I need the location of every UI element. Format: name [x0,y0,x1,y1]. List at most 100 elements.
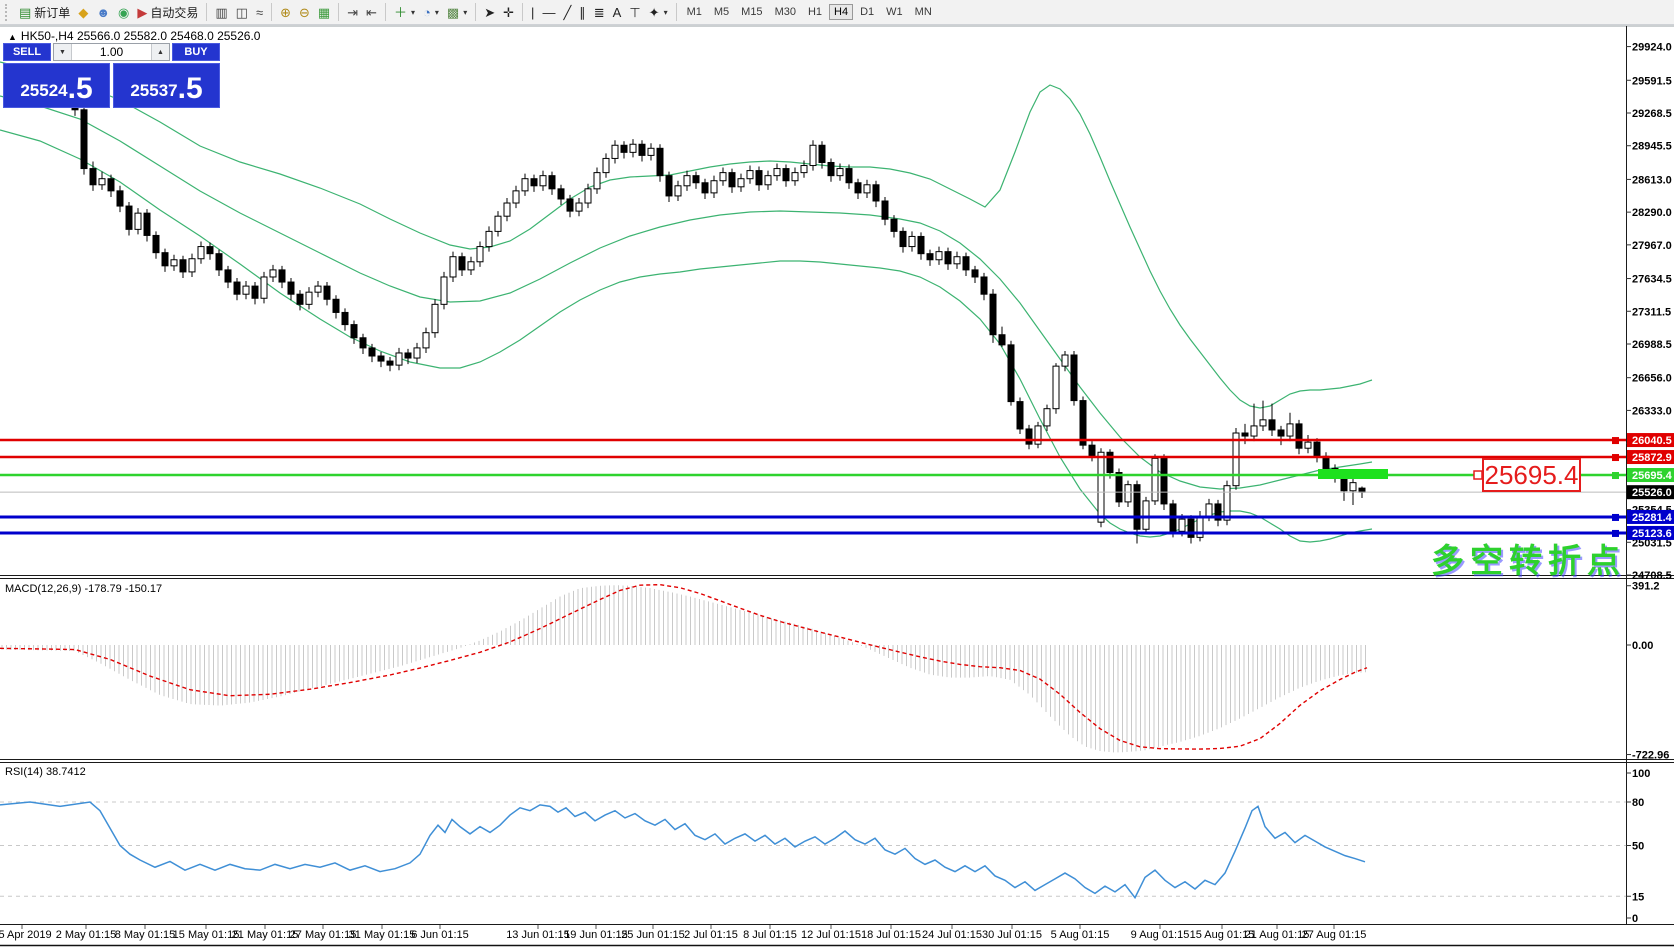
candle-bearish [972,270,978,277]
crosshair-button[interactable]: ✛ [499,2,518,23]
volume-input[interactable]: 1.00 [72,44,151,60]
chevron-down-icon[interactable]: ▾ [664,8,668,17]
horizontal-line-button[interactable]: — [538,2,559,23]
sell-price-display[interactable]: 25524.5 [3,63,110,108]
candle-bullish [261,277,267,298]
callout-anchor-marker[interactable] [1474,471,1482,479]
timeframe-h1-button[interactable]: H1 [803,4,827,20]
chevron-down-icon[interactable]: ▾ [411,8,415,17]
sell-price-frac: .5 [68,74,93,104]
price-axis-tick: 28945.5 [1632,141,1672,153]
volume-decrease-button[interactable]: ▼ [54,44,72,60]
green-highlight-rect[interactable] [1318,469,1388,479]
price-axis: 29924.029591.529268.528945.528613.028290… [1626,42,1674,582]
zoom-in-button[interactable]: ⊕ [276,2,295,23]
candle-bullish [495,216,501,231]
candle-bullish [630,144,636,152]
candle-bearish [90,169,96,185]
timeframe-m1-button[interactable]: M1 [682,4,707,20]
price-callout-label[interactable]: 25695.4 [1482,458,1581,492]
candle-bullish [1305,442,1311,448]
autotrading-button[interactable]: ▶自动交易 [133,2,202,23]
fibonacci-button[interactable]: ≣ [590,2,609,23]
hline-anchor[interactable] [1612,514,1619,521]
chart-shift-button[interactable]: ⇥ [343,2,362,23]
candle-bullish [1035,426,1041,444]
collapse-arrow-icon[interactable]: ▲ [8,32,17,42]
chinese-annotation-text[interactable]: 多空转折点 [1388,534,1626,582]
candle-bearish [387,361,393,365]
note-icon-button[interactable]: ◆ [74,2,92,23]
candle-bearish [1161,458,1167,504]
candle-bullish [954,257,960,264]
bar-chart-button[interactable]: ▥ [211,2,231,23]
zoom-out-button[interactable]: ⊖ [295,2,314,23]
candle-bullish [198,247,204,259]
periods-button[interactable]: ◔▾ [419,2,443,23]
timeframe-w1-button[interactable]: W1 [881,4,908,20]
candle-bearish [855,183,861,193]
hline-anchor[interactable] [1612,454,1619,461]
line-chart-button[interactable]: ≈ [252,2,267,23]
hline-anchor[interactable] [1612,437,1619,444]
candle-bullish [684,176,690,186]
auto-scroll-icon: ⇤ [366,6,377,19]
rsi-axis-tick: 50 [1632,841,1644,853]
candle-bullish [243,286,249,294]
chart-shift-icon: ⇥ [347,6,358,19]
chevron-down-icon[interactable]: ▾ [435,8,439,17]
signals-icon-button[interactable]: ◉ [114,2,133,23]
timeframe-d1-button[interactable]: D1 [855,4,879,20]
candle-bullish [1179,519,1185,531]
hline-anchor[interactable] [1612,472,1619,479]
vertical-line-button[interactable]: | [527,2,538,23]
text-label-button[interactable]: ⊤ [625,2,644,23]
candle-bearish [405,353,411,358]
candle-bearish [288,282,294,294]
timeframe-m30-button[interactable]: M30 [770,4,801,20]
rsi-axis-tick: 80 [1632,797,1644,809]
trendline-button[interactable]: ╱ [559,2,575,23]
auto-scroll-button[interactable]: ⇤ [362,2,381,23]
date-axis-label: 25 Apr 2019 [0,929,52,941]
candle-bearish [1107,452,1113,472]
new-order-button[interactable]: ▤新订单 [15,2,74,23]
timeframe-m5-button[interactable]: M5 [709,4,734,20]
candle-bearish [459,257,465,270]
price-axis-tick: 28613.0 [1632,174,1672,186]
tile-windows-button[interactable]: ▦ [314,2,334,23]
rsi-line [0,802,1365,898]
candle-bullish [765,176,771,185]
text-button[interactable]: A [609,2,626,23]
text-label-icon: ⊤ [629,6,640,19]
text-icon: A [613,6,622,19]
templates-button[interactable]: ▩▾ [443,2,471,23]
community-icon-button[interactable]: ☻ [92,2,114,23]
candle-bullish [711,181,717,193]
indicators-button[interactable]: ＋▾ [390,2,419,23]
candle-chart-button[interactable]: ◫ [232,2,252,23]
sell-button[interactable]: SELL [3,43,51,61]
timeframe-m15-button[interactable]: M15 [736,4,767,20]
shapes-button[interactable]: ✦▾ [645,2,672,23]
candle-bullish [1053,366,1059,409]
channel-button[interactable]: ∥ [575,2,590,23]
volume-increase-button[interactable]: ▲ [151,44,169,60]
candle-bearish [693,176,699,183]
candle-bullish [1260,420,1266,426]
macd-axis-tick: 0.00 [1632,640,1653,652]
cursor-button[interactable]: ➤ [480,2,499,23]
timeframe-h4-button[interactable]: H4 [829,4,853,20]
candle-bullish [1062,355,1068,366]
macd-signal-line [0,585,1367,749]
buy-button[interactable]: BUY [172,43,220,61]
candle-bearish [144,213,150,235]
candle-bearish [360,338,366,348]
timeframe-mn-button[interactable]: MN [910,4,937,20]
price-axis-label: 25281.4 [1632,512,1673,524]
toolbar-separator [475,3,476,21]
candle-bullish [1251,426,1257,436]
chevron-down-icon[interactable]: ▾ [463,8,467,17]
buy-price-display[interactable]: 25537.5 [113,63,220,108]
candle-chart-icon: ◫ [236,6,248,19]
